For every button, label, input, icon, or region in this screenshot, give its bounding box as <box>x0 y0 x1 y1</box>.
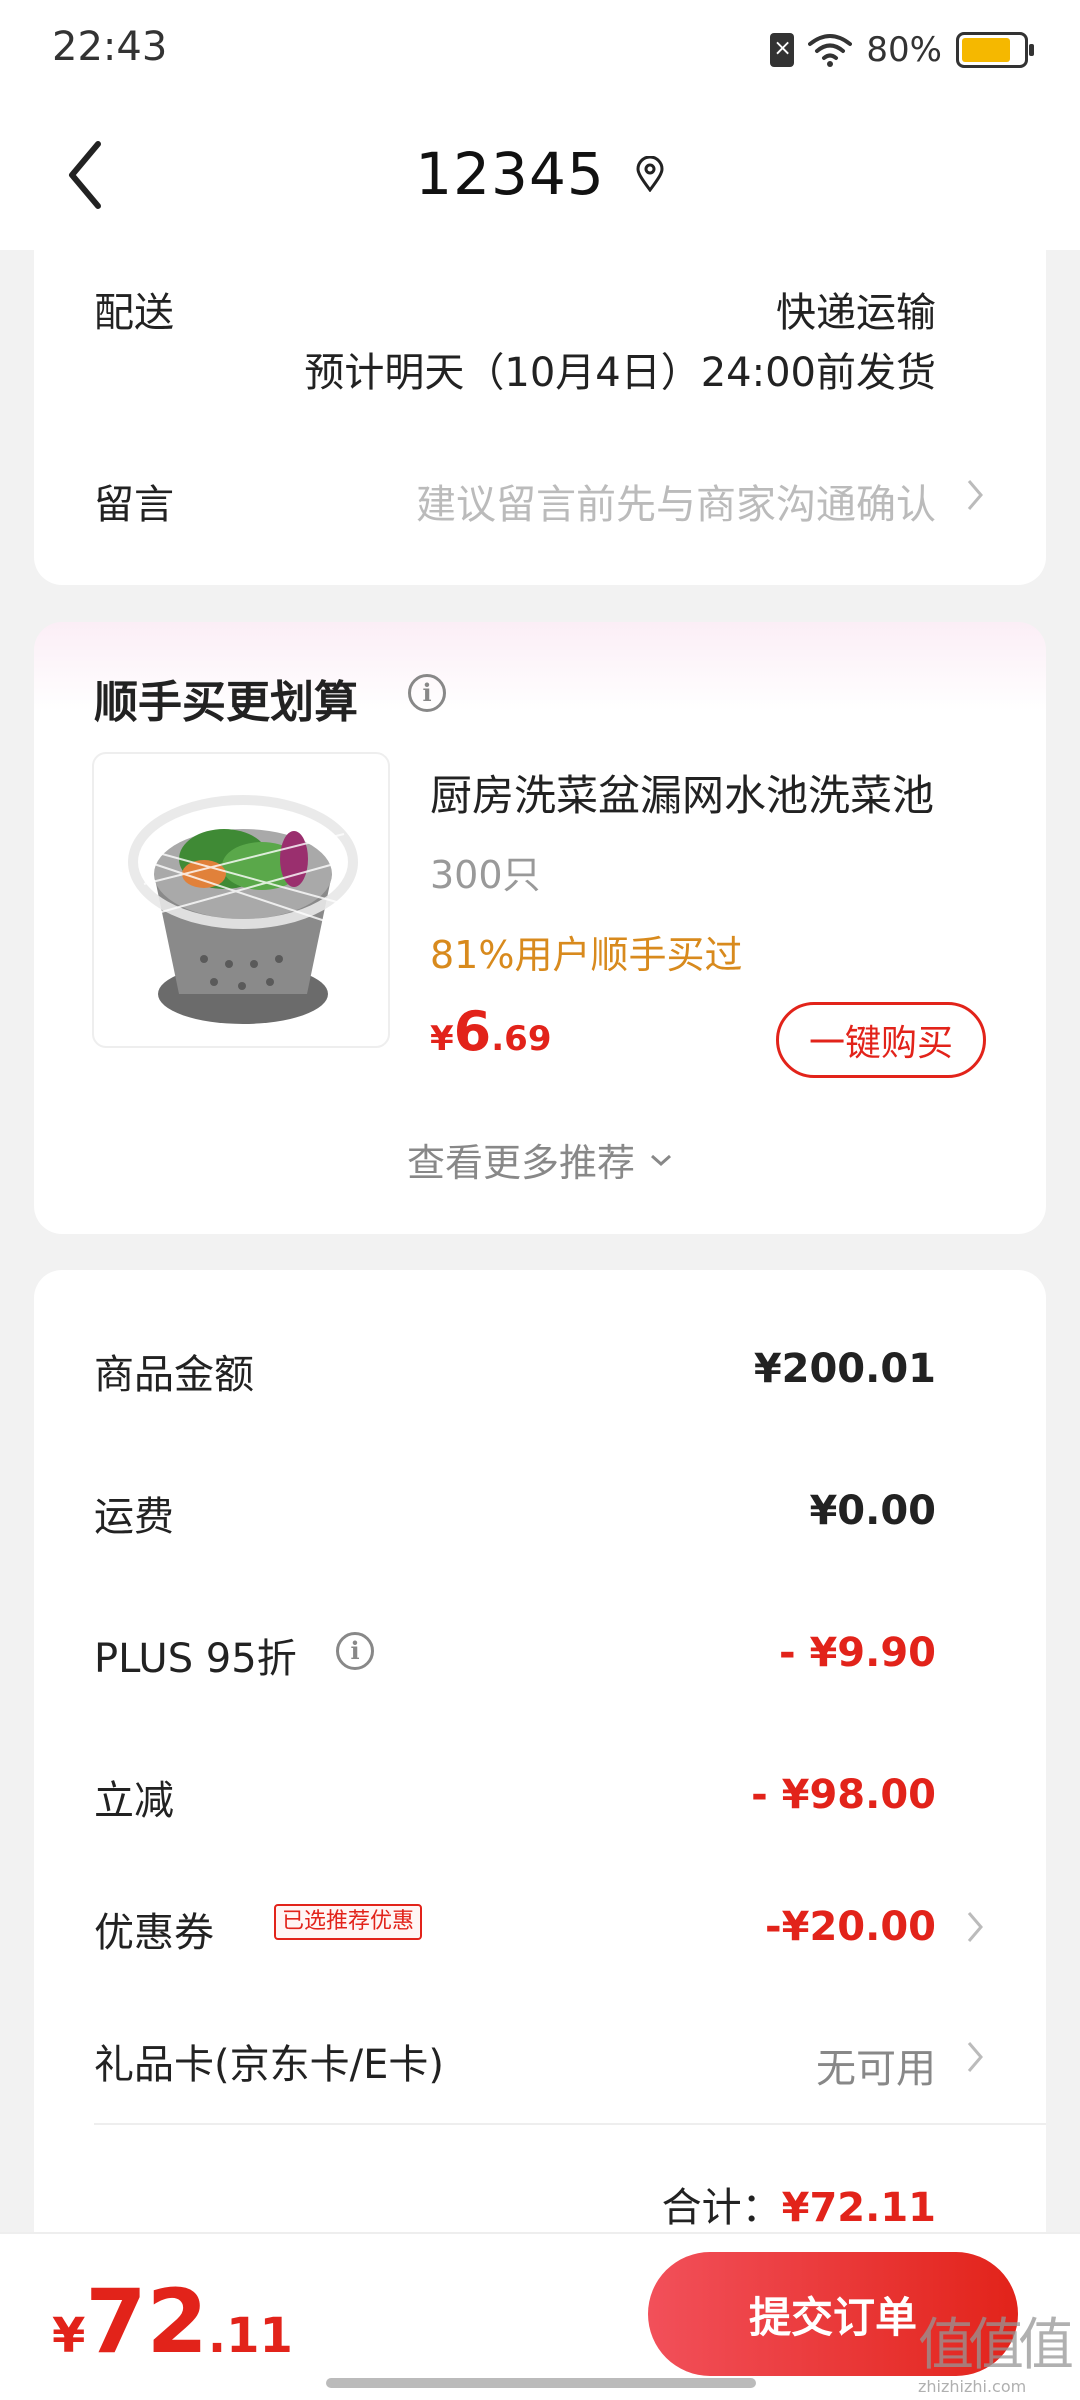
header: 12345 <box>0 100 1080 250</box>
watermark: 值值值 zhizhizhi.com <box>918 2300 1074 2396</box>
product-price-currency: ¥ <box>430 1019 454 1059</box>
delivery-label: 配送 <box>94 290 174 336</box>
bottom-total-price: ¥72.11 <box>52 2270 293 2373</box>
product-purchase-hint: 81%用户顺手买过 <box>430 933 743 977</box>
price-summary-card: 商品金额 ¥200.01 运费 ¥0.00 PLUS 95折 i - ¥9.90… <box>34 1270 1046 2270</box>
location-pin-icon <box>636 156 664 192</box>
watermark-chars: 值值值 <box>918 2313 1074 2378</box>
summary-divider <box>94 2123 1046 2125</box>
chevron-right-icon <box>967 480 983 510</box>
gift-card-label: 礼品卡(京东卡/E卡) <box>94 2042 444 2088</box>
bottom-price-integer: 72 <box>85 2270 208 2373</box>
product-price-integer: 6 <box>453 1000 492 1063</box>
product-price: ¥6.69 <box>430 1000 551 1063</box>
coupon-value[interactable]: -¥20.00 <box>765 1904 936 1950</box>
coupon-label: 优惠券 <box>94 1910 214 1956</box>
delivery-method: 快递运输 <box>776 290 936 336</box>
strainer-basket-image <box>128 795 358 1024</box>
product-spec: 300只 <box>430 853 541 897</box>
coupon-chevron-right-icon[interactable] <box>966 1910 984 1944</box>
gift-card-chevron-right-icon[interactable] <box>966 2040 984 2074</box>
plus-discount-label: PLUS 95折 <box>94 1636 297 1682</box>
addon-title: 顺手买更划算 <box>94 677 358 728</box>
total-value: ¥72.11 <box>781 2185 936 2231</box>
plus-discount-value: - ¥9.90 <box>778 1630 936 1676</box>
coupon-recommended-tag: 已选推荐优惠 <box>274 1904 423 1940</box>
total-line: 合计：¥72.11 <box>662 2175 936 2233</box>
status-bar: 22:43 80% <box>0 0 1080 100</box>
product-name[interactable]: 厨房洗菜盆漏网水池洗菜池 <box>430 762 934 823</box>
goods-amount-label: 商品金额 <box>94 1352 254 1398</box>
home-indicator[interactable] <box>326 2378 756 2388</box>
message-input[interactable]: 建议留言前先与商家沟通确认 <box>416 472 936 530</box>
status-time: 22:43 <box>52 24 168 70</box>
message-label: 留言 <box>94 482 174 528</box>
chevron-down-icon <box>651 1154 671 1166</box>
instant-reduction-value: - ¥98.00 <box>751 1772 936 1818</box>
bottom-price-decimal: .11 <box>207 2308 293 2364</box>
delivery-estimate: 预计明天（10月4日）24:00前发货 <box>304 350 936 396</box>
delivery-card: 配送 快递运输 预计明天（10月4日）24:00前发货 留言 建议留言前先与商家… <box>34 250 1046 585</box>
bottom-bar: ¥72.11 提交订单 值值值 zhizhizhi.com <box>0 2232 1080 2400</box>
info-icon[interactable]: i <box>408 674 446 712</box>
wifi-icon <box>808 34 853 67</box>
status-indicators: 80% <box>770 28 1034 72</box>
battery-percent: 80% <box>866 30 942 70</box>
total-label: 合计： <box>661 2185 782 2231</box>
instant-reduction-label: 立减 <box>94 1778 174 1824</box>
shipping-label: 运费 <box>94 1494 174 1540</box>
header-title-group[interactable]: 12345 <box>0 140 1080 208</box>
battery-fill <box>962 38 1010 62</box>
product-image[interactable] <box>92 752 390 1048</box>
plus-info-icon[interactable]: i <box>336 1632 374 1670</box>
no-sim-icon <box>770 33 795 67</box>
more-recommendations-link[interactable]: 查看更多推荐 <box>34 1132 1046 1187</box>
page-title: 12345 <box>415 140 605 208</box>
gift-card-value[interactable]: 无可用 <box>816 2036 936 2094</box>
bottom-price-currency: ¥ <box>52 2308 86 2364</box>
shipping-value: ¥0.00 <box>809 1488 936 1534</box>
goods-amount-value: ¥200.01 <box>753 1346 936 1392</box>
more-recommendations-label: 查看更多推荐 <box>406 1141 635 1185</box>
one-click-buy-button[interactable]: 一键购买 <box>776 1002 986 1078</box>
addon-card: 顺手买更划算 i 厨房洗菜盆漏网水池洗菜池 300只 81%用户顺手买过 ¥6.… <box>34 622 1046 1234</box>
product-price-decimal: .69 <box>491 1019 552 1059</box>
battery-icon <box>956 32 1034 68</box>
